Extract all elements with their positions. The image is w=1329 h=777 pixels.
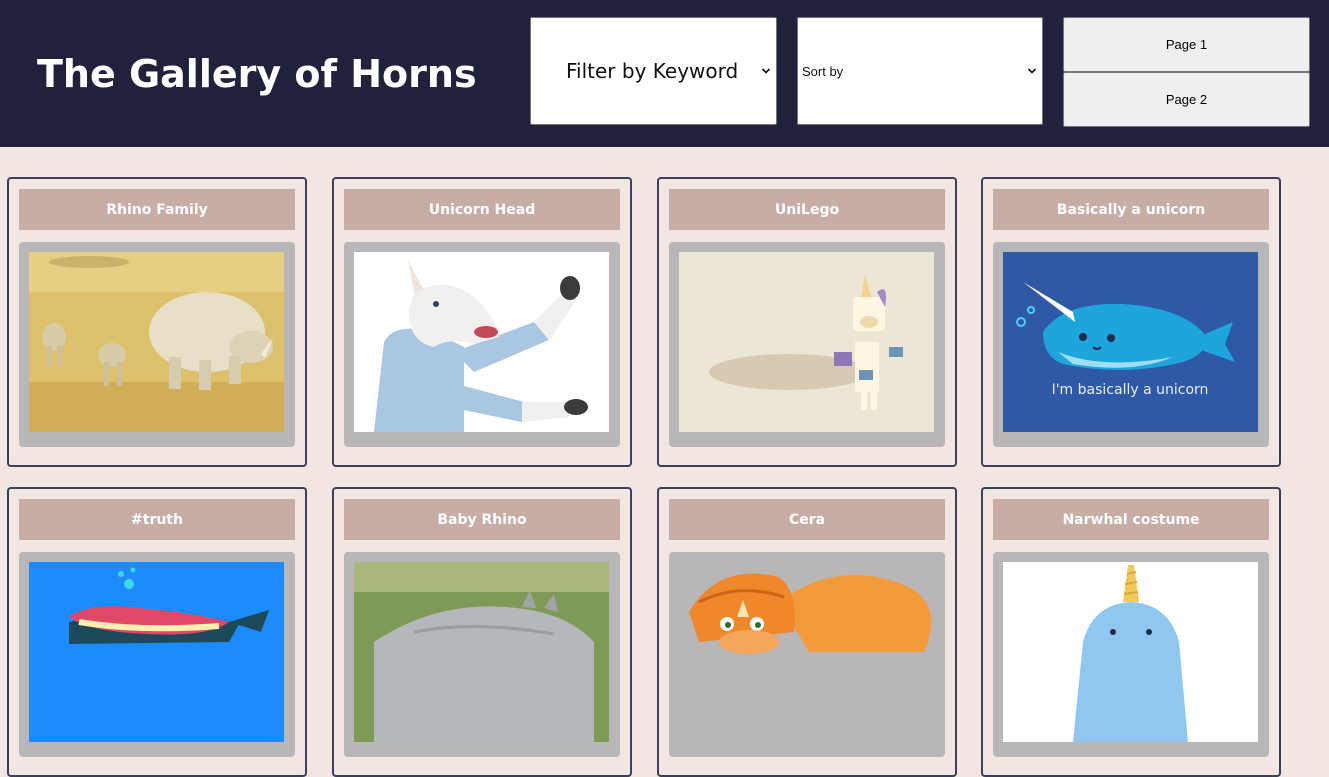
image-frame xyxy=(993,552,1269,757)
image-frame xyxy=(19,242,295,447)
gallery-card: Basically a unicorn I'm basically a unic… xyxy=(981,177,1281,467)
gallery-card: Cera xyxy=(657,487,957,777)
gallery-card: UniLego xyxy=(657,177,957,467)
page-2-button[interactable]: Page 2 xyxy=(1063,72,1310,127)
image-frame xyxy=(669,552,945,757)
image-frame xyxy=(344,552,620,757)
card-title: Unicorn Head xyxy=(344,189,620,230)
site-title: The Gallery of Horns xyxy=(37,52,477,96)
site-header: The Gallery of Horns Filter by Keyword S… xyxy=(0,0,1329,147)
card-title: Basically a unicorn xyxy=(993,189,1269,230)
filter-select-value: Filter by Keyword xyxy=(566,59,739,83)
chevron-down-icon xyxy=(1027,68,1037,74)
chevron-down-icon xyxy=(761,68,771,74)
card-title: #truth xyxy=(19,499,295,540)
sort-select-value: Sort by xyxy=(802,63,844,79)
narwhal-costume-image xyxy=(1003,562,1258,742)
rhino-family-image xyxy=(29,252,284,432)
gallery-card: Rhino Family xyxy=(7,177,307,467)
card-title: Cera xyxy=(669,499,945,540)
sort-by-select[interactable]: Sort by xyxy=(797,17,1043,125)
card-title: Baby Rhino xyxy=(344,499,620,540)
image-frame xyxy=(19,552,295,757)
page-1-button[interactable]: Page 1 xyxy=(1063,17,1310,72)
card-title: Rhino Family xyxy=(19,189,295,230)
cera-image xyxy=(679,562,934,742)
narwhal-image: I'm basically a unicorn xyxy=(1003,252,1258,432)
gallery-card: #truth xyxy=(7,487,307,777)
unicorn-head-image xyxy=(354,252,609,432)
image-frame xyxy=(344,242,620,447)
card-title: UniLego xyxy=(669,189,945,230)
narwhal-caption: I'm basically a unicorn xyxy=(1052,382,1209,398)
gallery-card: Baby Rhino xyxy=(332,487,632,777)
card-title: Narwhal costume xyxy=(993,499,1269,540)
baby-rhino-image xyxy=(354,562,609,742)
gallery-card: Unicorn Head xyxy=(332,177,632,467)
unilego-image xyxy=(679,252,934,432)
gallery-card: Narwhal costume xyxy=(981,487,1281,777)
truth-image xyxy=(29,562,284,742)
image-frame: I'm basically a unicorn xyxy=(993,242,1269,447)
filter-by-keyword-select[interactable]: Filter by Keyword xyxy=(530,17,777,125)
image-frame xyxy=(669,242,945,447)
